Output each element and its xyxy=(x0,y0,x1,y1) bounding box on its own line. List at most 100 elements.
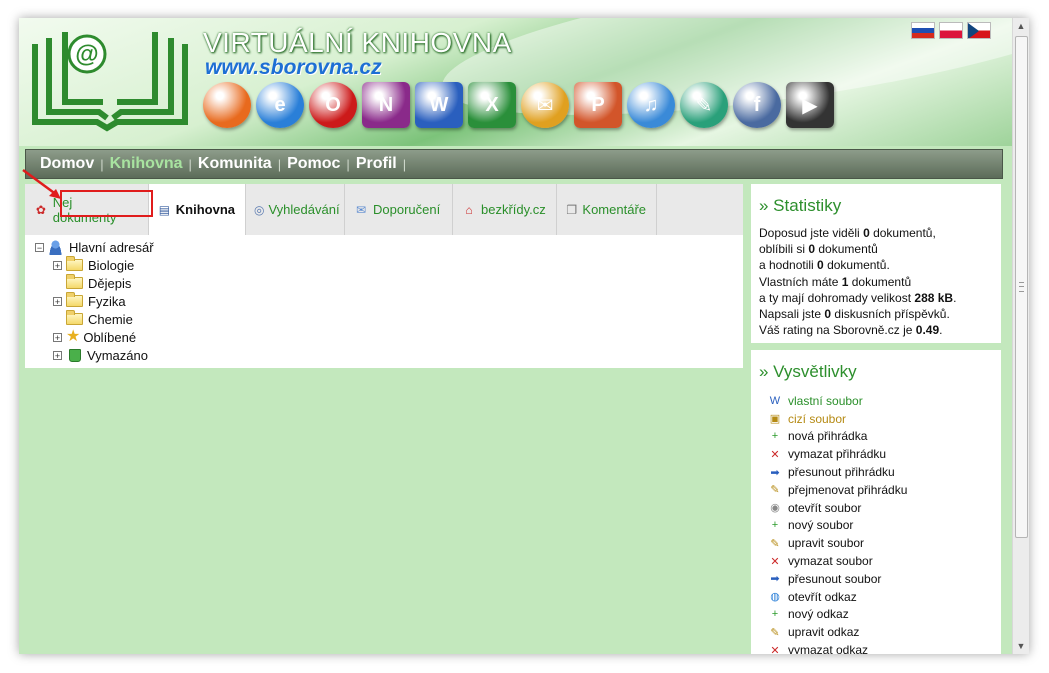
word-icon[interactable]: W xyxy=(415,82,463,128)
move-folder-icon: ➡ xyxy=(770,466,780,479)
tree-item-label[interactable]: Oblíbené xyxy=(83,330,136,345)
legend-panel: » Vysvětlivky Wvlastní soubor ▣ cizí soubo… xyxy=(751,350,1001,654)
expand-toggle[interactable]: + xyxy=(53,332,62,342)
legend-label: vymazat soubor xyxy=(788,554,873,569)
edit-link-icon: ✎ xyxy=(770,626,780,639)
nav-knihovna[interactable]: Knihovna xyxy=(110,155,183,173)
flag-czech-icon[interactable] xyxy=(967,22,991,39)
legend-label: přesunout přihrádku xyxy=(788,465,895,480)
legend-label: nový odkaz xyxy=(788,607,849,622)
new-file-icon: + xyxy=(771,519,779,532)
home-icon: ⌂ xyxy=(465,202,473,217)
tree-root-label[interactable]: Hlavní adresář xyxy=(69,240,154,255)
rename-folder-icon: ✎ xyxy=(770,484,780,497)
site-url[interactable]: www.sborovna.cz xyxy=(205,56,382,80)
nav-separator: | xyxy=(346,156,350,172)
tree-item-label[interactable]: Chemie xyxy=(88,312,133,327)
legend-item: ▣ cizí soubor xyxy=(767,410,1001,428)
main-nav: Domov | Knihovna | Komunita | Pomoc | Pr… xyxy=(25,149,1003,179)
legend-label: cizí soubor xyxy=(788,411,847,426)
legend-item: ✕ vymazat odkaz xyxy=(767,641,1001,654)
legend-label: upravit odkaz xyxy=(788,625,860,640)
flag-polish-icon[interactable] xyxy=(939,22,963,39)
powerpoint-icon[interactable]: P xyxy=(574,82,622,128)
scroll-down-arrow-icon[interactable]: ▼ xyxy=(1013,638,1029,654)
excel-icon[interactable]: X xyxy=(468,82,516,128)
tab-label: Doporučení xyxy=(373,202,441,217)
legend-item: ✎ upravit soubor xyxy=(767,534,1001,552)
expand-toggle[interactable]: + xyxy=(53,260,62,270)
stats-line: a hodnotili 0 dokumentů. xyxy=(759,258,890,273)
tab-label: bezkřídy.cz xyxy=(481,202,546,217)
flash-icon[interactable]: f xyxy=(733,82,781,128)
tree-item-biologie[interactable]: + Biologie xyxy=(35,256,743,274)
open-file-icon: ◉ xyxy=(770,502,780,515)
legend-item: + nový soubor xyxy=(767,517,1001,535)
grip-icon xyxy=(1019,282,1024,292)
stats-line: Doposud jste viděli 0 dokumentů, xyxy=(759,226,936,240)
tab-doporuceni[interactable]: ✉ Doporučení xyxy=(345,184,453,235)
tree-item-label[interactable]: Dějepis xyxy=(88,276,131,291)
site-title: VIRTUÁLNÍ KNIHOVNA xyxy=(203,27,512,58)
legend-title: » Vysvětlivky xyxy=(759,362,857,381)
tab-komentare[interactable]: ❐ Komentáře xyxy=(557,184,657,235)
legend-label: vymazat odkaz xyxy=(788,643,869,654)
quill-icon[interactable]: ✎ xyxy=(680,82,728,128)
onenote-icon[interactable]: N xyxy=(362,82,410,128)
tab-knihovna[interactable]: ▤ Knihovna xyxy=(149,184,246,235)
tree-item-fyzika[interactable]: + Fyzika xyxy=(35,292,743,310)
legend-label: nová přihrádka xyxy=(788,429,868,444)
tree-item-label[interactable]: Vymazáno xyxy=(87,348,148,363)
nav-profil[interactable]: Profil xyxy=(356,155,397,173)
internet-explorer-icon[interactable]: e xyxy=(256,82,304,128)
own-file-icon: W xyxy=(769,394,781,407)
opera-icon[interactable]: O xyxy=(309,82,357,128)
legend-item: ✕ vymazat soubor xyxy=(767,552,1001,570)
avi-icon[interactable]: ▶ xyxy=(786,82,834,128)
comments-icon: ❐ xyxy=(566,202,578,217)
tab-vyhledavani[interactable]: ◎ Vyhledávání xyxy=(246,184,345,235)
scrollbar-thumb[interactable] xyxy=(1015,36,1028,538)
tab-label: Knihovna xyxy=(175,202,235,217)
nav-pomoc[interactable]: Pomoc xyxy=(287,155,340,173)
outlook-icon[interactable]: ✉ xyxy=(521,82,569,128)
tree-item-label[interactable]: Fyzika xyxy=(88,294,126,309)
edit-file-icon: ✎ xyxy=(770,537,780,550)
tree-item-label[interactable]: Biologie xyxy=(88,258,134,273)
legend-label: upravit soubor xyxy=(788,536,865,551)
search-icon: ◎ xyxy=(254,202,265,217)
language-flags xyxy=(911,22,991,39)
vertical-scrollbar[interactable]: ▲ ▼ xyxy=(1012,18,1029,654)
statistics-title: » Statistiky xyxy=(759,196,842,215)
flag-slovak-icon[interactable] xyxy=(911,22,935,39)
tree-item-chemie[interactable]: Chemie xyxy=(35,310,743,328)
site-header: @ VIRTUÁLNÍ KNIHOVNA www.sborovna.cz eON… xyxy=(19,18,1013,147)
stats-line: a ty mají dohromady velikost 288 kB. xyxy=(759,290,957,305)
award-icon: ✿ xyxy=(35,202,46,217)
tree-item-vymazano[interactable]: + Vymazáno xyxy=(35,346,743,364)
tree-item-dejepis[interactable]: Dějepis xyxy=(35,274,743,292)
nav-separator: | xyxy=(100,156,104,172)
legend-item: ✎ upravit odkaz xyxy=(767,623,1001,641)
legend-item: ◍ otevřít odkaz xyxy=(767,588,1001,606)
itunes-icon[interactable]: ♫ xyxy=(627,82,675,128)
stats-line: oblíbili si 0 dokumentů xyxy=(759,242,878,257)
folder-icon xyxy=(66,292,83,307)
collapse-toggle[interactable]: − xyxy=(35,242,44,252)
tab-bezkridy[interactable]: ⌂ bezkřídy.cz xyxy=(453,184,557,235)
delete-file-icon: ✕ xyxy=(770,555,780,568)
nav-komunita[interactable]: Komunita xyxy=(198,155,272,173)
star-icon: ★ xyxy=(66,328,81,345)
expand-toggle[interactable]: + xyxy=(53,296,62,306)
legend-item: ◉ otevřít soubor xyxy=(767,499,1001,517)
book-logo-icon[interactable]: @ xyxy=(27,24,193,132)
expand-toggle[interactable]: + xyxy=(53,350,62,360)
tree-item-oblibene[interactable]: + ★ Oblíbené xyxy=(35,328,743,346)
firefox-icon[interactable] xyxy=(203,82,251,128)
scroll-up-arrow-icon[interactable]: ▲ xyxy=(1013,18,1029,34)
tab-label: Komentáře xyxy=(582,202,646,217)
tree-root[interactable]: − Hlavní adresář xyxy=(35,238,743,256)
statistics-panel: » Statistiky Doposud jste viděli 0 dokum… xyxy=(751,184,1001,343)
stats-line: Váš rating na Sborovně.cz je 0.49. xyxy=(759,323,943,338)
delete-link-icon: ✕ xyxy=(770,644,780,654)
